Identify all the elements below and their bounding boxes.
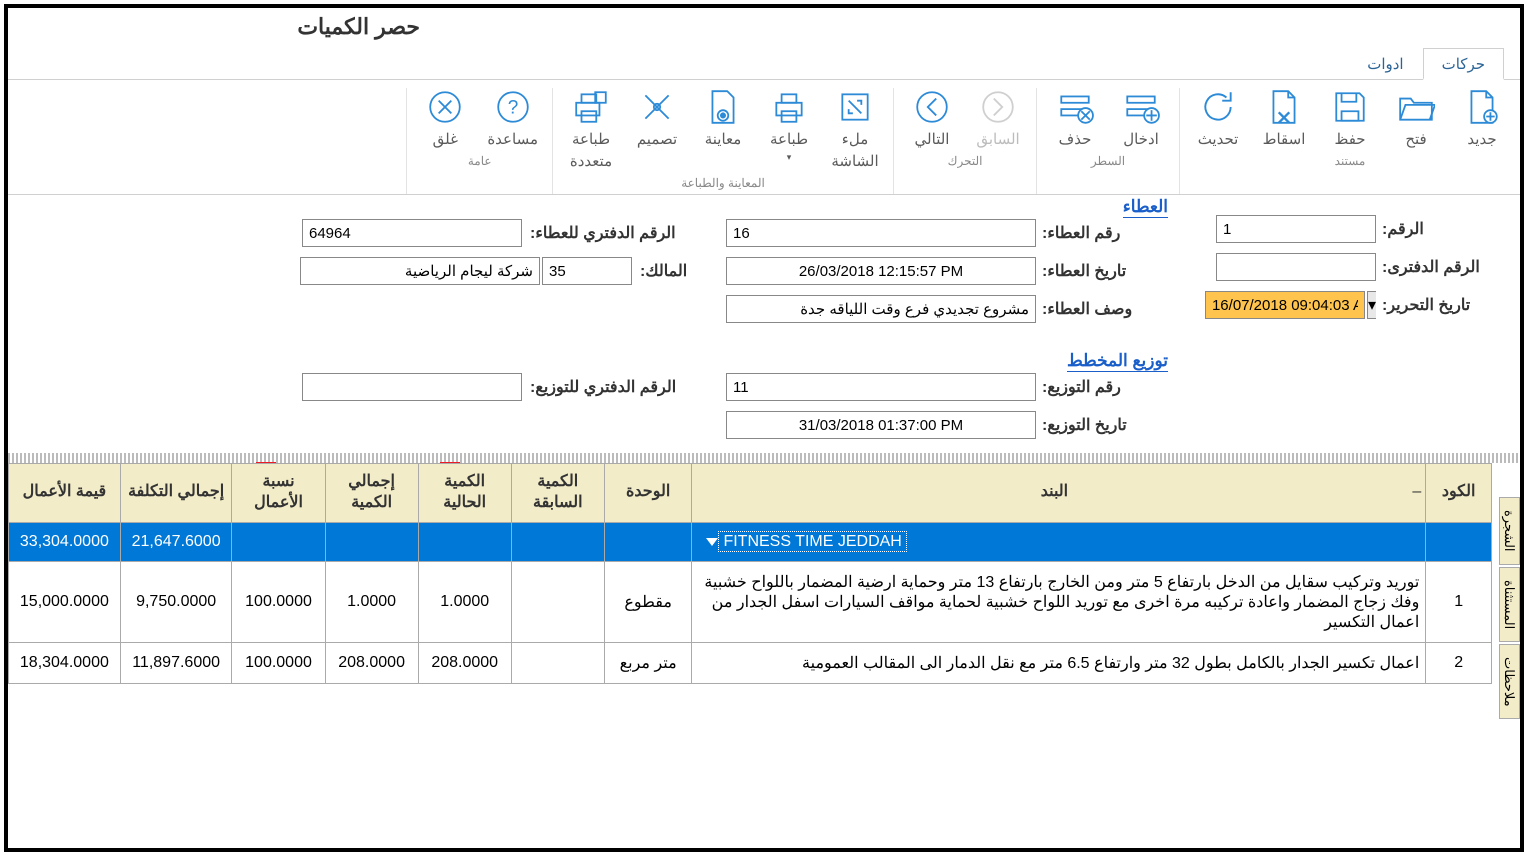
data-table: الكود – البند الوحدة الكمية السابقة الكم… [8, 463, 1492, 684]
insert-row-icon [1122, 88, 1160, 126]
tab-tools[interactable]: ادوات [1348, 48, 1422, 79]
save-button[interactable]: حفظ [1326, 88, 1374, 148]
group-label-preview: المعاينة والطباعة [681, 176, 765, 190]
close-button[interactable]: غلق [421, 88, 469, 148]
input-bid-number[interactable] [726, 219, 1036, 247]
input-dist-date[interactable] [726, 411, 1036, 439]
col-item[interactable]: – البند [692, 464, 1426, 523]
printer-icon [770, 88, 808, 126]
input-number[interactable] [1216, 215, 1376, 243]
new-button[interactable]: جديد [1458, 88, 1506, 148]
side-tab-notes[interactable]: ملاحظات [1499, 644, 1520, 720]
folder-open-icon [1397, 88, 1435, 126]
table-row[interactable]: 1توريد وتركيب سقايل من الدخل بارتفاع 5 م… [9, 561, 1492, 642]
table-row[interactable]: FITNESS TIME JEDDAH21,647.600033,304.000… [9, 522, 1492, 561]
table-row[interactable]: 2اعمال تكسير الجدار بالكامل بطول 32 متر … [9, 642, 1492, 683]
save-icon [1331, 88, 1369, 126]
refresh-icon [1199, 88, 1237, 126]
label-bid-desc: وصف العطاء: [1038, 299, 1168, 319]
group-label-general: عامة [468, 154, 492, 168]
print-button[interactable]: طباعة ▾ [765, 88, 813, 170]
collapse-icon[interactable]: – [1412, 482, 1421, 503]
input-dist-number[interactable] [726, 373, 1036, 401]
legend-dist: توزيع المخطط [1067, 351, 1168, 372]
label-book-number: الرقم الدفترى: [1378, 257, 1508, 277]
fullscreen-icon [836, 88, 874, 126]
insert-button[interactable]: ادخال [1117, 88, 1165, 148]
label-dist-number: رقم التوزيع: [1038, 377, 1168, 397]
new-doc-icon [1463, 88, 1501, 126]
form-area: الرقم: الرقم الدفترى: تاريخ التحرير: ▾ ا… [8, 195, 1520, 453]
delete-row-icon [1056, 88, 1094, 126]
input-bid-desc[interactable] [726, 295, 1036, 323]
input-owner-code[interactable] [542, 257, 632, 285]
drop-doc-icon [1265, 88, 1303, 126]
tab-movements[interactable]: حركات [1423, 48, 1504, 80]
label-edit-date: تاريخ التحرير: [1378, 295, 1508, 315]
label-bid-number: رقم العطاء: [1038, 223, 1168, 243]
label-bid-book-number: الرقم الدفتري للعطاء: [524, 223, 724, 243]
label-dist-book-number: الرقم الدفتري للتوزيع: [524, 377, 724, 397]
col-work-pct[interactable]: نسبة الأعمال [232, 464, 325, 523]
col-curr-qty[interactable]: الكمية الحالية [418, 464, 511, 523]
arrow-left-icon [913, 88, 951, 126]
prev-button: السابق [974, 88, 1022, 148]
arrow-right-icon [979, 88, 1017, 126]
preview-button[interactable]: معاينة [699, 88, 747, 170]
date-dropdown-icon[interactable]: ▾ [1367, 291, 1376, 319]
input-dist-book-number[interactable] [302, 373, 522, 401]
delete-button[interactable]: حذف [1051, 88, 1099, 148]
col-unit[interactable]: الوحدة [604, 464, 692, 523]
svg-text:?: ? [507, 97, 518, 118]
col-total-qty[interactable]: إجمالي الكمية [325, 464, 418, 523]
open-button[interactable]: فتح [1392, 88, 1440, 148]
tab-bar: حركات ادوات [8, 48, 1520, 80]
input-owner-name[interactable] [300, 257, 540, 285]
col-code[interactable]: الكود [1426, 464, 1492, 523]
refresh-button[interactable]: تحديث [1194, 88, 1242, 148]
group-label-move: التحرك [948, 154, 983, 168]
close-icon [426, 88, 464, 126]
label-dist-date: تاريخ التوزيع: [1038, 415, 1168, 435]
table-area: الشجرة المستثناة ملاحظات الكود – البند ا… [8, 463, 1492, 684]
input-edit-date[interactable] [1205, 291, 1365, 319]
next-button[interactable]: التالي [908, 88, 956, 148]
side-tab-tree[interactable]: الشجرة [1499, 497, 1520, 565]
drop-button[interactable]: اسقاط [1260, 88, 1308, 148]
help-button[interactable]: ? مساعدة [487, 88, 538, 148]
design-icon [638, 88, 676, 126]
separator [8, 453, 1520, 463]
label-owner: المالك: [634, 261, 724, 281]
fullscreen-button[interactable]: ملء الشاشة [831, 88, 879, 170]
legend-bid: العطاء [1123, 197, 1168, 218]
col-work-value[interactable]: قيمة الأعمال [9, 464, 121, 523]
side-tab-excluded[interactable]: المستثناة [1499, 567, 1520, 642]
page-title: حصر الكميات [297, 14, 420, 40]
group-label-document: مستند [1335, 154, 1366, 168]
multiprint-button[interactable]: طباعة متعددة [567, 88, 615, 170]
input-bid-book-number[interactable] [302, 219, 522, 247]
input-book-number[interactable] [1216, 253, 1376, 281]
col-prev-qty[interactable]: الكمية السابقة [511, 464, 604, 523]
help-icon: ? [494, 88, 532, 126]
label-bid-date: تاريخ العطاء: [1038, 261, 1168, 281]
input-bid-date[interactable] [726, 257, 1036, 285]
col-total-cost[interactable]: إجمالي التكلفة [120, 464, 232, 523]
label-number: الرقم: [1378, 219, 1508, 239]
multiprint-icon [572, 88, 610, 126]
design-button[interactable]: تصميم [633, 88, 681, 170]
ribbon: جديد فتح حفظ اسقاط تحديث [8, 80, 1520, 195]
group-label-row: السطر [1091, 154, 1125, 168]
preview-icon [704, 88, 742, 126]
